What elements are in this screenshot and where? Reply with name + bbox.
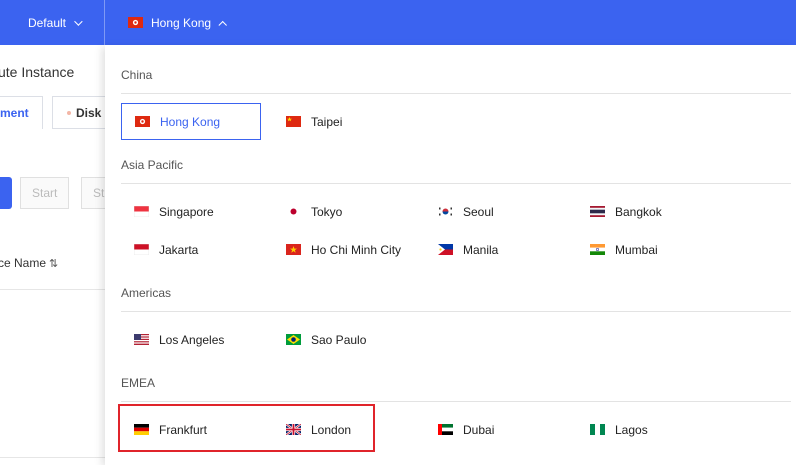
region-option-label: Lagos	[615, 422, 648, 437]
br-flag-icon	[286, 334, 301, 345]
tab-disk-label: Disk	[76, 105, 102, 120]
region-group-label: Americas	[121, 286, 172, 300]
tab-disk[interactable]: Disk	[52, 96, 112, 129]
region-option-lagos[interactable]: Lagos	[577, 411, 717, 448]
region-option-mumbai[interactable]: Mumbai	[577, 231, 717, 268]
region-option-manila[interactable]: Manila	[425, 231, 565, 268]
region-selector-label: Hong Kong	[151, 15, 212, 30]
sg-flag-icon	[134, 206, 149, 217]
region-option-label: Mumbai	[615, 242, 658, 257]
ng-flag-icon	[590, 424, 605, 435]
region-option-jakarta[interactable]: Jakarta	[121, 231, 261, 268]
kr-flag-icon	[438, 206, 453, 217]
top-bar: Default Hong Kong	[0, 0, 796, 45]
page-title: ute Instance	[0, 64, 75, 80]
region-option-label: Seoul	[463, 204, 494, 219]
create-button[interactable]	[0, 177, 12, 209]
divider	[0, 289, 105, 290]
ph-flag-icon	[438, 244, 453, 255]
region-option-hong-kong[interactable]: Hong Kong	[121, 103, 261, 140]
region-option-label: Jakarta	[159, 242, 199, 257]
region-option-label: Sao Paulo	[311, 332, 367, 347]
region-selector[interactable]: Hong Kong	[128, 0, 227, 45]
hk-flag-icon	[128, 17, 143, 28]
region-option-tokyo[interactable]: Tokyo	[273, 193, 413, 230]
region-option-sao-paulo[interactable]: Sao Paulo	[273, 321, 413, 358]
region-option-los-angeles[interactable]: Los Angeles	[121, 321, 261, 358]
region-option-london[interactable]: London	[273, 411, 413, 448]
region-group-label: China	[121, 68, 153, 82]
region-option-label: Dubai	[463, 422, 495, 437]
vn-flag-icon	[286, 244, 301, 255]
region-option-label: Manila	[463, 242, 499, 257]
divider	[121, 183, 791, 184]
region-option-label: Los Angeles	[159, 332, 225, 347]
region-group-label: EMEA	[121, 376, 156, 390]
divider	[121, 93, 791, 94]
region-group-label: Asia Pacific	[121, 158, 184, 172]
project-label: Default	[27, 15, 66, 30]
project-selector[interactable]: Default	[0, 0, 105, 45]
chevron-up-icon	[218, 20, 227, 29]
id-flag-icon	[134, 244, 149, 255]
region-option-frankfurt[interactable]: Frankfurt	[121, 411, 261, 448]
region-option-label: Tokyo	[311, 204, 343, 219]
jp-flag-icon	[286, 206, 301, 217]
tw-flag-icon	[286, 116, 301, 127]
region-option-label: Hong Kong	[160, 114, 221, 129]
region-option-seoul[interactable]: Seoul	[425, 193, 565, 230]
th-flag-icon	[590, 206, 605, 217]
region-option-label: Singapore	[159, 204, 214, 219]
region-dropdown-panel: China Hong Kong Taipei Asia Pacific Singapor…	[105, 45, 796, 465]
divider	[121, 311, 791, 312]
tab-management[interactable]: ment	[0, 96, 43, 129]
de-flag-icon	[134, 424, 149, 435]
divider	[121, 401, 791, 402]
in-flag-icon	[590, 244, 605, 255]
region-option-label: Taipei	[311, 114, 343, 129]
us-flag-icon	[134, 334, 149, 345]
region-option-taipei[interactable]: Taipei	[273, 103, 413, 140]
region-option-label: London	[311, 422, 352, 437]
region-option-label: Bangkok	[615, 204, 662, 219]
region-option-bangkok[interactable]: Bangkok	[577, 193, 717, 230]
column-header-label: ce Name	[0, 256, 47, 270]
region-option-dubai[interactable]: Dubai	[425, 411, 565, 448]
start-button[interactable]: Start	[20, 177, 69, 209]
status-dot-icon	[67, 110, 71, 115]
sort-icon[interactable]: ⇅	[49, 257, 58, 270]
chevron-down-icon	[74, 16, 83, 26]
region-option-label: Frankfurt	[159, 422, 208, 437]
region-option-label: Ho Chi Minh City	[311, 242, 402, 257]
region-option-ho-chi-minh-city[interactable]: Ho Chi Minh City	[273, 231, 413, 268]
hk-flag-icon	[135, 116, 150, 127]
gb-flag-icon	[286, 424, 301, 435]
column-header-instance-name[interactable]: ce Name ⇅	[0, 256, 58, 270]
ae-flag-icon	[438, 424, 453, 435]
divider	[0, 457, 105, 458]
region-option-singapore[interactable]: Singapore	[121, 193, 261, 230]
